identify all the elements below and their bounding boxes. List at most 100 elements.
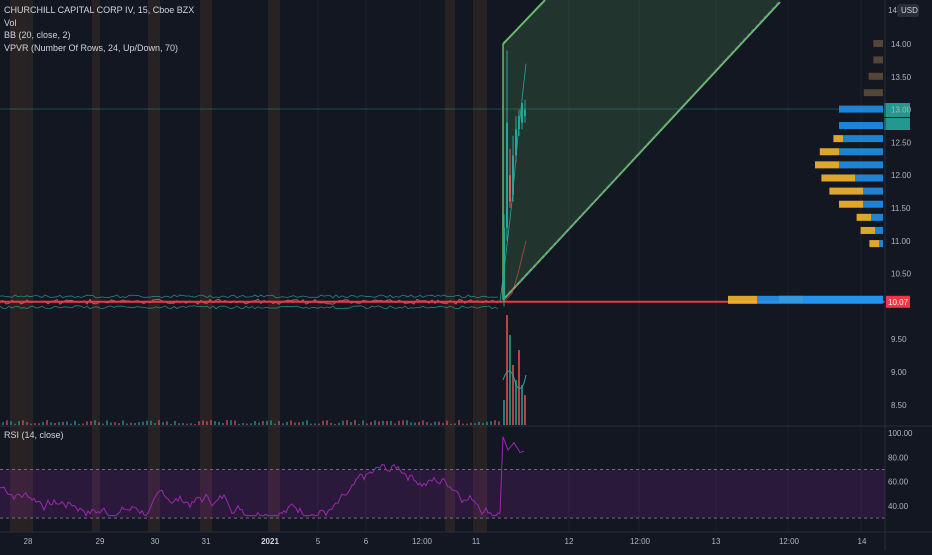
volume-bar: [286, 421, 288, 425]
volume-bar: [474, 423, 476, 425]
volume-bar: [326, 420, 328, 425]
volume-bar: [414, 422, 416, 425]
vpvr-up-row-13: [875, 226, 883, 234]
session-band-0: [10, 0, 33, 532]
price-tick-4: 12.00: [891, 171, 912, 180]
vpvr-poc-down: [728, 295, 757, 304]
volume-bar-jump-0: [503, 400, 505, 425]
time-tick-6: 6: [364, 537, 369, 546]
volume-bar: [142, 421, 144, 425]
volume-bar: [90, 421, 92, 425]
volume-bar: [434, 421, 436, 425]
volume-bar: [178, 423, 180, 425]
volume-bar: [238, 423, 240, 425]
vpvr-down-row-14: [869, 240, 879, 248]
volume-bar: [70, 423, 72, 425]
price-tick-0: 14.00: [891, 40, 912, 49]
session-band-6: [473, 0, 487, 532]
volume-bar: [26, 421, 28, 425]
volume-bar: [386, 421, 388, 425]
volume-bar: [34, 423, 36, 425]
price-tick-3: 12.50: [891, 138, 912, 147]
volume-bar: [194, 423, 196, 425]
chart-stage: 14.00 13.50 13.00 12.50 12.00 11.50 11.00 10.50…: [0, 0, 932, 550]
volume-bar: [294, 422, 296, 425]
volume-bar: [342, 420, 344, 425]
volume-bar: [30, 423, 32, 425]
time-tick-1: 29: [96, 537, 105, 546]
currency-label: USD: [901, 6, 918, 15]
volume-bar: [346, 420, 348, 425]
volume-bar-jump-7: [524, 395, 526, 425]
volume-bar: [310, 423, 312, 425]
vpvr-down-row-7: [819, 148, 839, 156]
volume-bar: [438, 421, 440, 425]
volume-bar: [354, 420, 356, 425]
volume-bar: [198, 421, 200, 425]
volume-bar: [466, 423, 468, 425]
volume-bar: [402, 420, 404, 425]
time-tick-5: 5: [316, 537, 321, 546]
vpvr-up-row-6: [843, 135, 883, 143]
volume-bar: [82, 423, 84, 425]
vpvr-down-row-3: [863, 89, 883, 97]
volume-bar: [374, 420, 376, 425]
volume-bar-jump-2: [509, 335, 511, 425]
volume-bar-jump-1: [506, 315, 508, 425]
volume-bar: [226, 420, 228, 425]
volume-bar: [170, 423, 172, 425]
time-tick-9: 12: [565, 537, 574, 546]
bollinger-upper: [0, 294, 499, 299]
volume-bar: [154, 423, 156, 425]
volume-bar: [430, 423, 432, 425]
rsi-tick-0: 100.00: [888, 429, 913, 438]
volume-bar: [298, 422, 300, 425]
volume-bar: [158, 420, 160, 425]
time-tick-11: 13: [712, 537, 721, 546]
volume-bar: [362, 420, 364, 425]
current-price-label: 10.07: [888, 298, 909, 307]
volume-bar: [330, 422, 332, 425]
volume-bar: [102, 423, 104, 425]
vpvr-down-row-13: [860, 226, 875, 234]
volume-bar: [230, 420, 232, 425]
candle-body-7: [524, 109, 526, 117]
rsi-indicator-label[interactable]: RSI (14, close): [4, 430, 64, 440]
volume-bar: [482, 423, 484, 425]
volume-indicator-label[interactable]: Vol: [4, 17, 194, 30]
volume-bar: [370, 421, 372, 425]
vpvr-down-row-0: [873, 40, 883, 47]
volume-bar: [302, 421, 304, 425]
vpvr-up-row-14: [879, 240, 883, 248]
volume-bar: [478, 421, 480, 425]
vpvr-up-row-7: [839, 148, 883, 156]
rsi-tick-1: 80.00: [888, 453, 909, 462]
chart-canvas[interactable]: 14.00 13.50 13.00 12.50 12.00 11.50 11.00 10.50…: [0, 0, 932, 550]
volume-bar: [214, 421, 216, 425]
price-tick-2: 13.00: [891, 106, 912, 115]
volume-bar: [22, 420, 24, 425]
time-tick-7: 12:00: [412, 537, 433, 546]
volume-bar: [114, 422, 116, 425]
volume-bar: [494, 420, 496, 425]
volume-bar: [146, 420, 148, 425]
symbol-title[interactable]: CHURCHILL CAPITAL CORP IV, 15, Cboe BZX: [4, 4, 194, 17]
volume-bar: [186, 423, 188, 425]
volume-bar: [282, 423, 284, 425]
vpvr-indicator-label[interactable]: VPVR (Number Of Rows, 24, Up/Down, 70): [4, 42, 194, 55]
volume-bar: [78, 423, 80, 425]
volume-bar: [54, 423, 56, 425]
volume-bar: [398, 420, 400, 425]
volume-bar: [490, 421, 492, 425]
session-band-5: [445, 0, 455, 532]
vpvr-up-row-5: [839, 122, 883, 129]
volume-bar: [254, 420, 256, 425]
volume-bar: [486, 421, 488, 425]
volume-bar: [498, 421, 500, 425]
bollinger-indicator-label[interactable]: BB (20, close, 2): [4, 29, 194, 42]
volume-bar: [206, 421, 208, 425]
rsi-tick-3: 40.00: [888, 502, 909, 511]
volume-bar: [314, 423, 316, 425]
volume-bar: [390, 420, 392, 425]
volume-bar: [470, 422, 472, 425]
